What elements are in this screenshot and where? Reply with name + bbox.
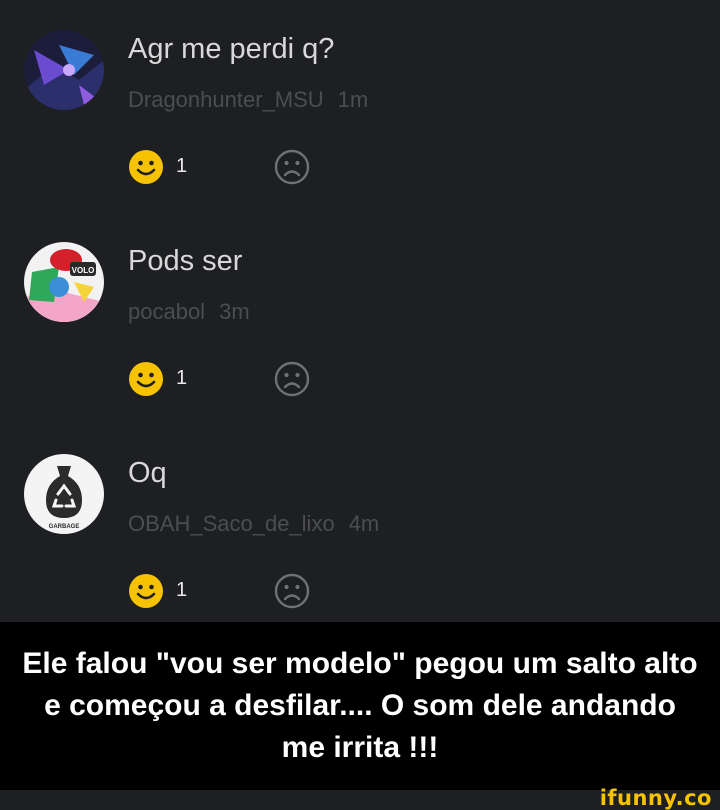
comment-meta: Dragonhunter_MSU 1m (128, 87, 368, 113)
recycle-bag-icon: GARBAGE (24, 454, 104, 534)
avatar-badge-text: GARBAGE (49, 524, 80, 530)
comment-list: Agr me perdi q? Dragonhunter_MSU 1m 1 VO… (0, 0, 720, 622)
timestamp: 1m (337, 87, 369, 112)
like-count: 1 (176, 155, 188, 177)
cartoon-avatar-image: VOLO (24, 242, 104, 322)
smile-reaction-icon[interactable] (128, 149, 164, 185)
smile-reaction-icon[interactable] (128, 361, 164, 397)
footer-bar: ifunny.co (0, 786, 720, 810)
avatar-logo-text: VOLO (72, 266, 95, 275)
frown-reaction-icon[interactable] (274, 573, 310, 609)
comment-text: Agr me perdi q? (128, 33, 335, 65)
meme-caption: Ele falou "vou ser modelo" pegou um salt… (0, 622, 720, 790)
ifunny-watermark: ifunny.co (599, 786, 712, 810)
frown-reaction-icon[interactable] (274, 149, 310, 185)
reaction-bar: 1 (128, 149, 328, 185)
smile-reaction-icon[interactable] (128, 573, 164, 609)
avatar[interactable]: GARBAGE (24, 454, 104, 534)
like-count: 1 (176, 367, 188, 389)
reaction-bar: 1 (128, 361, 328, 397)
comment-text: Oq (128, 457, 167, 489)
avatar[interactable]: VOLO (24, 242, 104, 322)
reaction-bar: 1 (128, 573, 328, 609)
comment-meta: OBAH_Saco_de_lixo 4m (128, 511, 379, 537)
timestamp: 3m (219, 299, 250, 324)
like-count: 1 (176, 579, 188, 601)
username[interactable]: OBAH_Saco_de_lixo (128, 511, 335, 536)
username[interactable]: Dragonhunter_MSU (128, 87, 324, 112)
comment-text: Pods ser (128, 245, 243, 277)
timestamp: 4m (348, 511, 380, 536)
caption-text: Ele falou "vou ser modelo" pegou um salt… (22, 647, 698, 764)
avatar[interactable] (24, 30, 104, 110)
username[interactable]: pocabol (128, 299, 205, 324)
comment-meta: pocabol 3m (128, 299, 250, 325)
frown-reaction-icon[interactable] (274, 361, 310, 397)
dragon-avatar-image (24, 30, 104, 110)
